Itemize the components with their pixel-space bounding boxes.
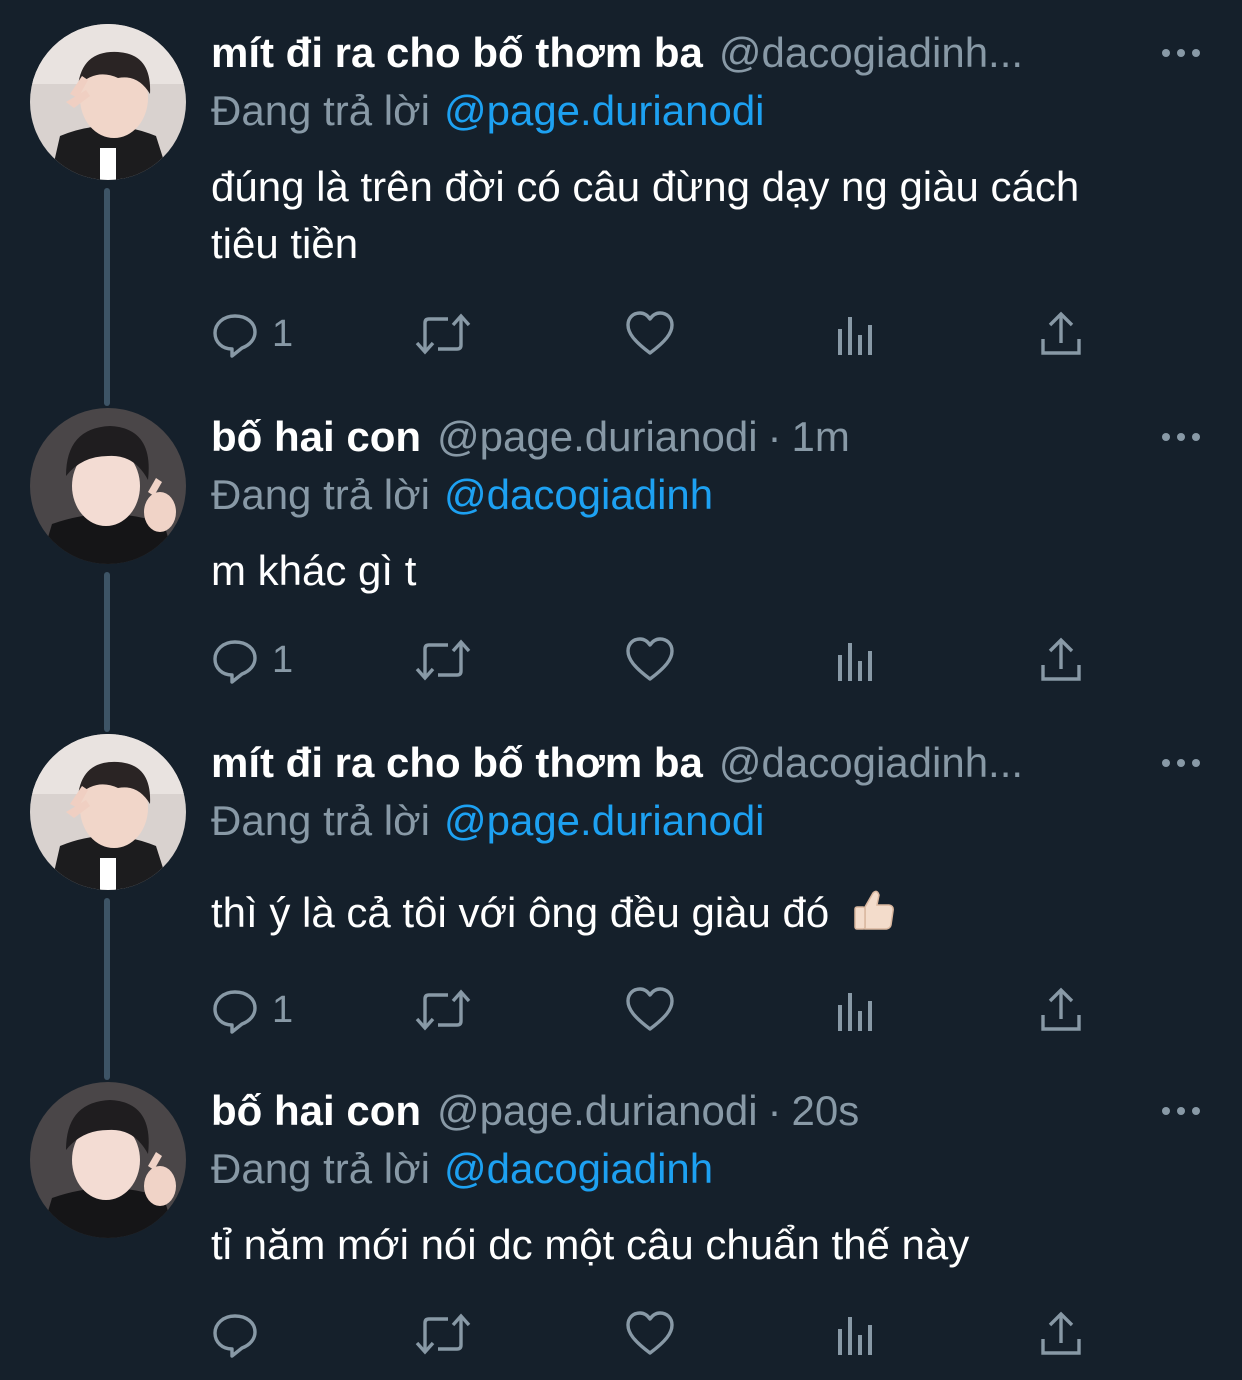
tweet-text-content: m khác gì t (211, 547, 417, 594)
replying-to-label: Đang trả lời (211, 1145, 430, 1192)
tweet-actions: 1 (210, 306, 1090, 362)
avatar[interactable] (30, 1082, 186, 1238)
tweet[interactable]: bố hai con @page.durianodi · 1m Đang trả… (0, 408, 1242, 698)
reply-icon (210, 635, 260, 685)
retweet-icon (414, 309, 472, 359)
tweet-actions (210, 1306, 1090, 1362)
share-icon (1038, 309, 1084, 359)
reply-count: 1 (272, 312, 294, 355)
reply-mention-link[interactable]: @dacogiadinh (444, 471, 713, 519)
tweet-actions: 1 (210, 982, 1090, 1038)
analytics-icon (834, 1309, 878, 1359)
display-name[interactable]: mít đi ra cho bố thơm ba (211, 739, 703, 787)
tweet-header: bố hai con @page.durianodi · 20s (211, 1082, 1151, 1140)
like-button[interactable] (624, 306, 676, 362)
reply-mention-link[interactable]: @dacogiadinh (444, 1145, 713, 1193)
more-options-icon[interactable] (1156, 740, 1206, 786)
like-button[interactable] (624, 1306, 676, 1362)
more-options-icon[interactable] (1156, 414, 1206, 460)
tweet-text-content: tỉ năm mới nói dc một câu chuẩn thế này (211, 1221, 970, 1268)
reply-button[interactable]: 1 (210, 306, 293, 362)
share-button[interactable] (1038, 632, 1084, 688)
analytics-icon (834, 985, 878, 1035)
like-icon (624, 1309, 676, 1359)
retweet-icon (414, 635, 472, 685)
like-icon (624, 985, 676, 1035)
share-button[interactable] (1038, 306, 1084, 362)
display-name[interactable]: bố hai con (211, 413, 421, 461)
user-handle[interactable]: @page.durianodi (437, 413, 758, 461)
reply-button[interactable]: 1 (210, 632, 293, 688)
thumbs-up-emoji-icon (851, 887, 897, 947)
tweet-header: bố hai con @page.durianodi · 1m (211, 408, 1151, 466)
analytics-icon (834, 635, 878, 685)
reply-count: 1 (272, 988, 294, 1031)
tweet-header: mít đi ra cho bố thơm ba @dacogiadinh... (211, 24, 1151, 82)
replying-to: Đang trả lời @dacogiadinh (211, 1140, 713, 1198)
tweet-text: đúng là trên đời có câu đừng dạy ng giàu… (211, 158, 1151, 272)
more-options-icon[interactable] (1156, 30, 1206, 76)
reply-mention-link[interactable]: @page.durianodi (444, 87, 765, 135)
replying-to-label: Đang trả lời (211, 87, 430, 134)
timestamp[interactable]: 20s (792, 1087, 860, 1135)
replying-to-label: Đang trả lời (211, 471, 430, 518)
reply-mention-link[interactable]: @page.durianodi (444, 797, 765, 845)
more-options-icon[interactable] (1156, 1088, 1206, 1134)
retweet-icon (414, 1309, 472, 1359)
separator-dot: · (767, 1087, 782, 1134)
tweet[interactable]: mít đi ra cho bố thơm ba @dacogiadinh...… (0, 24, 1242, 364)
display-name[interactable]: bố hai con (211, 1087, 421, 1135)
reply-button[interactable] (210, 1306, 272, 1362)
analytics-button[interactable] (834, 632, 878, 688)
like-button[interactable] (624, 982, 676, 1038)
retweet-button[interactable] (414, 306, 472, 362)
reply-icon (210, 1309, 260, 1359)
replying-to: Đang trả lời @page.durianodi (211, 82, 765, 140)
tweet-text-content: thì ý là cả tôi với ông đều giàu đó (211, 889, 830, 936)
analytics-button[interactable] (834, 306, 878, 362)
retweet-button[interactable] (414, 1306, 472, 1362)
reply-icon (210, 985, 260, 1035)
share-icon (1038, 985, 1084, 1035)
user-handle[interactable]: @page.durianodi (437, 1087, 758, 1135)
analytics-button[interactable] (834, 982, 878, 1038)
share-button[interactable] (1038, 982, 1084, 1038)
like-button[interactable] (624, 632, 676, 688)
avatar[interactable] (30, 734, 186, 890)
analytics-icon (834, 309, 878, 359)
tweet-header: mít đi ra cho bố thơm ba @dacogiadinh... (211, 734, 1151, 792)
avatar[interactable] (30, 24, 186, 180)
like-icon (624, 309, 676, 359)
user-handle[interactable]: @dacogiadinh... (719, 29, 1023, 77)
user-handle[interactable]: @dacogiadinh... (719, 739, 1023, 787)
tweet[interactable]: bố hai con @page.durianodi · 20s Đang tr… (0, 1082, 1242, 1380)
tweet-text-content: đúng là trên đời có câu đừng dạy ng giàu… (211, 163, 1080, 267)
replying-to-label: Đang trả lời (211, 797, 430, 844)
tweet-text: m khác gì t (211, 542, 1151, 599)
avatar[interactable] (30, 408, 186, 564)
timestamp[interactable]: 1m (792, 413, 850, 461)
tweet-text: tỉ năm mới nói dc một câu chuẩn thế này (211, 1216, 1151, 1273)
reply-count: 1 (272, 638, 294, 681)
display-name[interactable]: mít đi ra cho bố thơm ba (211, 29, 703, 77)
replying-to: Đang trả lời @dacogiadinh (211, 466, 713, 524)
reply-icon (210, 309, 260, 359)
reply-button[interactable]: 1 (210, 982, 293, 1038)
share-icon (1038, 1309, 1084, 1359)
separator-dot: · (767, 413, 782, 460)
analytics-button[interactable] (834, 1306, 878, 1362)
replying-to: Đang trả lời @page.durianodi (211, 792, 765, 850)
share-icon (1038, 635, 1084, 685)
like-icon (624, 635, 676, 685)
retweet-button[interactable] (414, 982, 472, 1038)
retweet-icon (414, 985, 472, 1035)
retweet-button[interactable] (414, 632, 472, 688)
tweet-actions: 1 (210, 632, 1090, 688)
share-button[interactable] (1038, 1306, 1084, 1362)
tweet-text: thì ý là cả tôi với ông đều giàu đó (211, 884, 1151, 947)
tweet-thread: mít đi ra cho bố thơm ba @dacogiadinh...… (0, 0, 1242, 1380)
tweet[interactable]: mít đi ra cho bố thơm ba @dacogiadinh...… (0, 734, 1242, 1044)
